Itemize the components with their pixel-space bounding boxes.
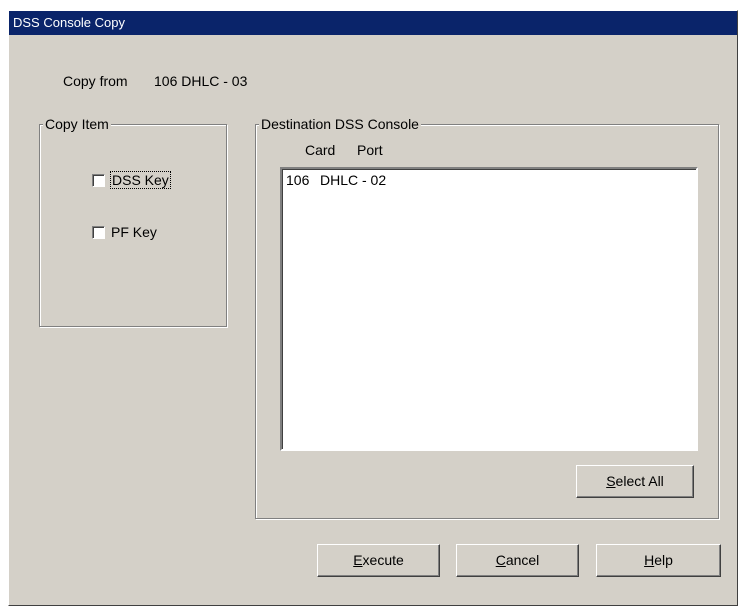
dss-key-label[interactable]: DSS Key xyxy=(110,171,171,189)
list-item-card: 106 xyxy=(286,172,310,188)
list-item-port: DHLC - 02 xyxy=(320,172,387,188)
destination-legend: Destination DSS Console xyxy=(259,116,421,132)
copy-from-value: 106 DHLC - 03 xyxy=(154,73,248,89)
column-header-card: Card xyxy=(305,142,336,158)
pf-key-checkbox[interactable] xyxy=(92,225,105,239)
copy-item-group: Copy Item DSS Key PF Key xyxy=(39,116,227,327)
select-all-button[interactable]: Select All xyxy=(576,465,694,498)
title-bar: DSS Console Copy xyxy=(9,11,737,35)
help-button[interactable]: Help xyxy=(596,544,721,577)
cancel-button[interactable]: Cancel xyxy=(456,544,579,577)
column-header-port: Port xyxy=(357,142,383,158)
copy-from-label: Copy from xyxy=(63,73,128,89)
execute-mnemonic: E xyxy=(353,552,363,568)
destination-dss-console-group: Destination DSS Console Card Port 106 DHL… xyxy=(255,116,719,519)
pf-key-label[interactable]: PF Key xyxy=(111,224,157,240)
dss-key-checkbox[interactable] xyxy=(92,173,105,187)
cancel-mnemonic: C xyxy=(495,552,506,568)
dss-console-copy-dialog: DSS Console Copy Copy from 106 DHLC - 03… xyxy=(8,10,738,606)
pf-key-option[interactable]: PF Key xyxy=(92,224,157,240)
list-item[interactable]: 106 DHLC - 02 xyxy=(286,172,386,188)
select-all-label: elect All xyxy=(615,473,664,489)
cancel-label: ancel xyxy=(505,552,540,568)
copy-item-legend: Copy Item xyxy=(43,116,111,132)
help-label: elp xyxy=(654,552,673,568)
execute-button[interactable]: Execute xyxy=(317,544,440,577)
dss-key-option[interactable]: DSS Key xyxy=(92,171,171,189)
window-title: DSS Console Copy xyxy=(13,15,125,30)
select-all-mnemonic: S xyxy=(606,473,616,489)
execute-label: xecute xyxy=(362,552,404,568)
help-mnemonic: H xyxy=(644,552,655,568)
destination-listbox[interactable]: 106 DHLC - 02 xyxy=(280,167,698,451)
